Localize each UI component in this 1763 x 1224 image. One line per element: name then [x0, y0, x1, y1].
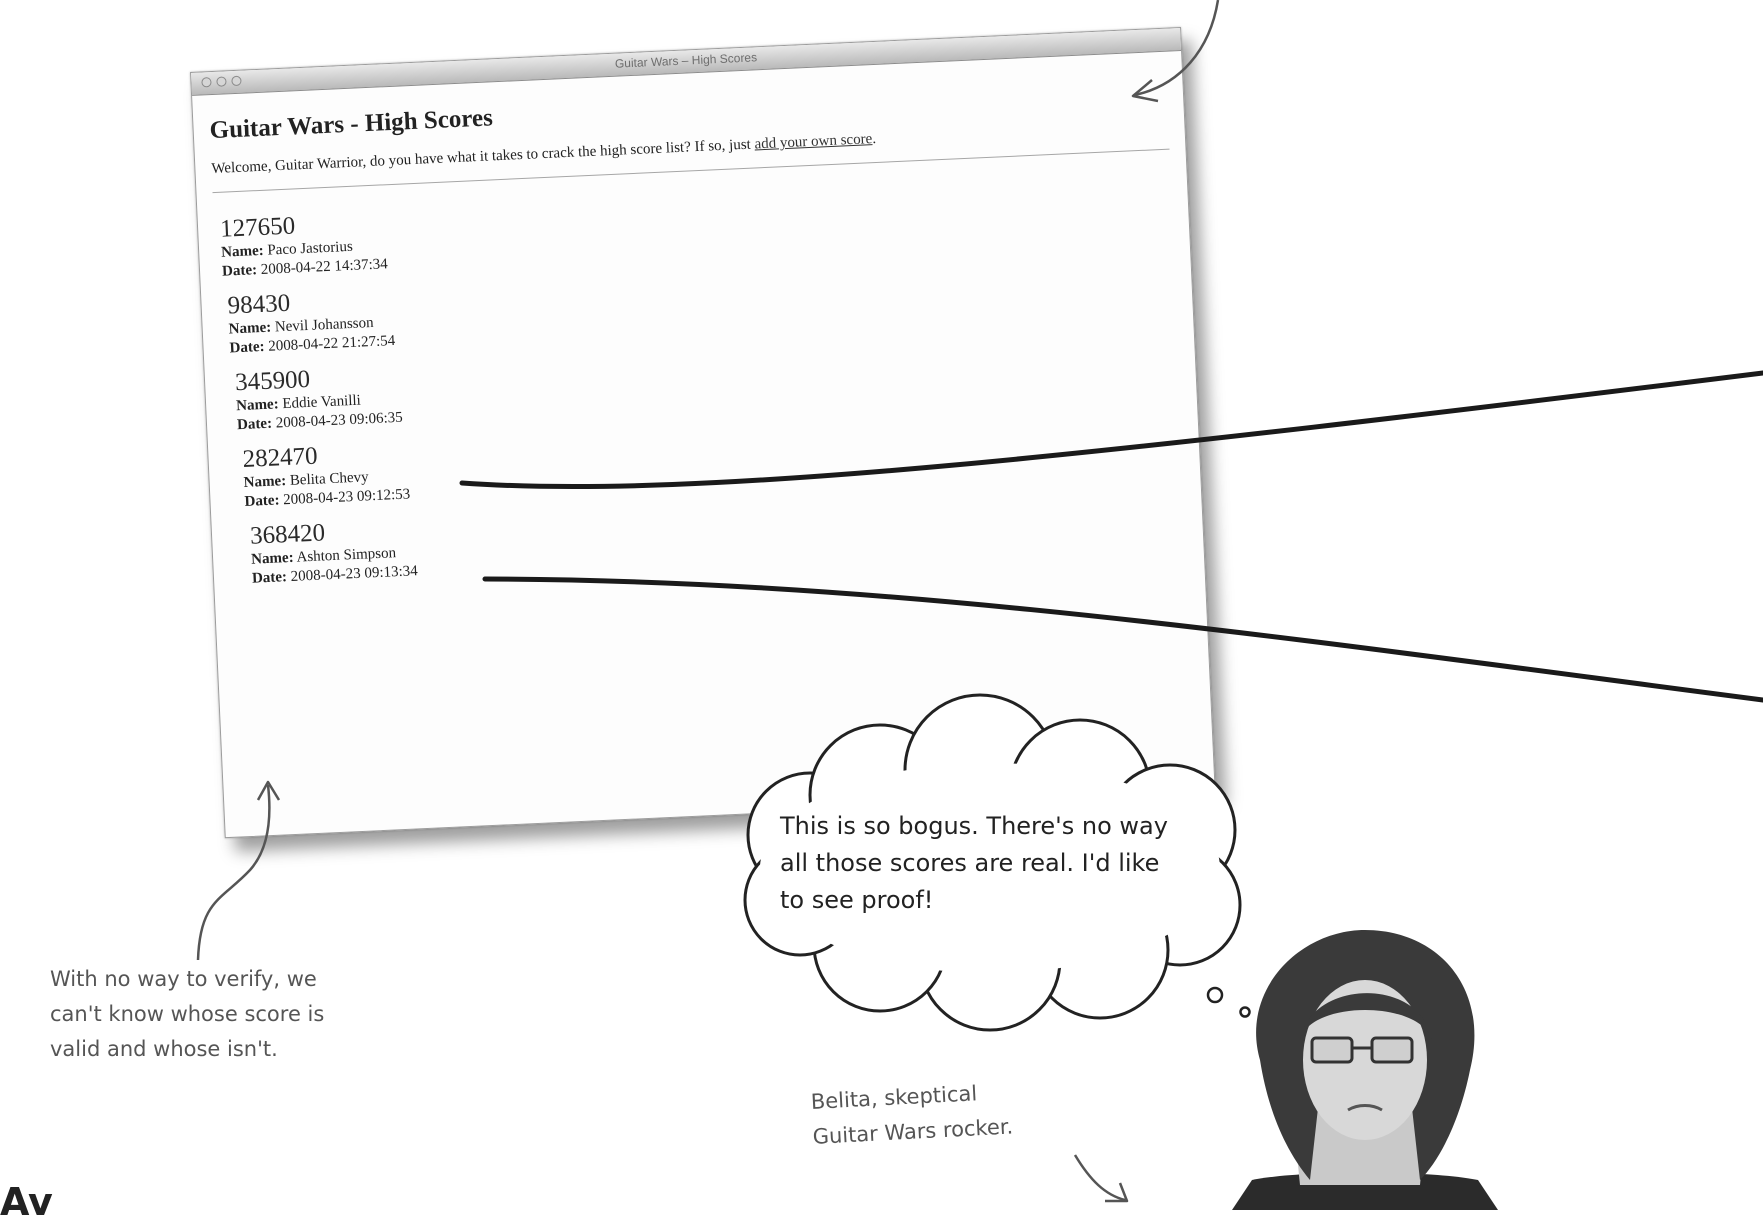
caption-belita: Belita, skeptical Guitar Wars rocker. [810, 1074, 1014, 1154]
bubble-dot [1239, 1006, 1251, 1018]
note-line: can't know whose score is [50, 1002, 325, 1026]
thought-bubble-text: This is so bogus. There's no way all tho… [780, 812, 1168, 914]
belita-figure [1232, 930, 1498, 1210]
note-line: With no way to verify, we [50, 967, 317, 991]
caption-arrow-icon [1073, 1154, 1126, 1202]
note-left: With no way to verify, we can't know who… [50, 962, 324, 1067]
pointer-line-eddie [459, 370, 1763, 490]
pointer-line-belita [482, 576, 1763, 703]
bottom-heading: Av [0, 1180, 53, 1224]
note-line: valid and whose isn't. [50, 1037, 278, 1061]
top-arrow-icon [1134, 0, 1220, 97]
note-arrow-icon [196, 784, 271, 961]
bubble-dot [1206, 986, 1224, 1004]
